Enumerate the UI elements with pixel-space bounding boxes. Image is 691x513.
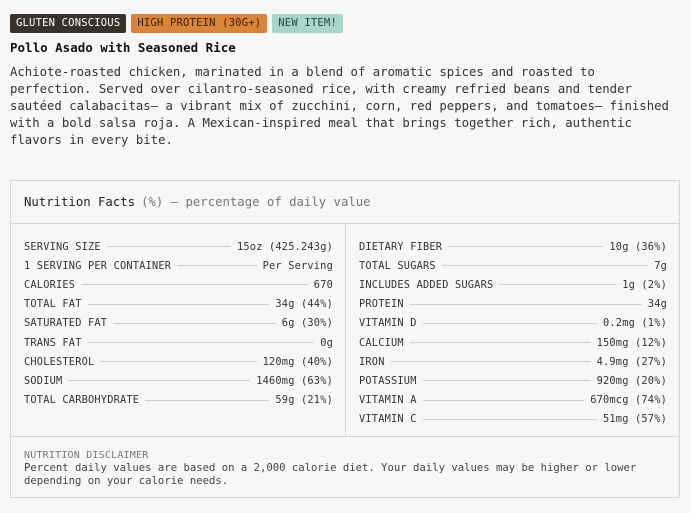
nutrient-label: VITAMIN A [359,394,417,407]
nutrition-subheading: (%) – percentage of daily value [141,195,371,209]
nutrition-disclaimer: NUTRITION DISCLAIMER Percent daily value… [11,436,679,497]
nutrition-row-sodium: SODIUM 1460mg (63%) [24,371,333,390]
leader-line [422,399,585,401]
nutrition-row-vitamin-a: VITAMIN A 670mcg (74%) [359,391,667,410]
leader-line [145,399,270,401]
disclaimer-text: Percent daily values are based on a 2,00… [24,462,637,487]
nutrient-value: 59g (21%) [275,394,333,407]
disclaimer-title: NUTRITION DISCLAIMER [24,450,149,461]
leader-line [68,380,251,382]
leader-line [499,284,617,286]
nutrition-row-protein: PROTEIN 34g [359,295,667,314]
leader-line [87,303,270,305]
nutrient-value: 4.9mg (27%) [596,355,667,368]
leader-line [422,380,591,382]
meal-description: Achiote-roasted chicken, marinated in a … [10,65,669,147]
nutrition-row-trans-fat: TRANS FAT 0g [24,333,333,352]
leader-line [87,342,315,344]
leader-line [100,361,257,363]
nutrition-row-iron: IRON 4.9mg (27%) [359,352,667,371]
nutrition-row-added-sugars: INCLUDES ADDED SUGARS 1g (2%) [359,275,667,294]
nutrition-columns: SERVING SIZE 15oz (425.243g) 1 SERVING PE… [11,224,679,436]
nutrient-label: SODIUM [24,374,63,387]
nutrition-row-total-sugars: TOTAL SUGARS 7g [359,256,667,275]
badge-list: GLUTEN CONSCIOUS HIGH PROTEIN (30G+) NEW… [10,14,343,33]
nutrition-header: Nutrition Facts (%) – percentage of dail… [11,181,679,224]
nutrient-value: 0.2mg (1%) [603,317,667,330]
nutrient-label: POTASSIUM [359,374,417,387]
nutrition-row-total-fat: TOTAL FAT 34g (44%) [24,295,333,314]
nutrient-label: 1 SERVING PER CONTAINER [24,259,172,272]
nutrient-value: 6g (30%) [281,317,333,330]
nutrition-heading: Nutrition Facts [24,195,136,209]
nutrient-label: CALCIUM [359,336,404,349]
nutrient-label: TRANS FAT [24,336,82,349]
leader-line [441,265,649,267]
nutrient-value: 120mg (40%) [262,355,333,368]
nutrient-label: INCLUDES ADDED SUGARS [359,278,494,291]
nutrient-value: 150mg (12%) [596,336,667,349]
new-item-badge: NEW ITEM! [272,14,343,33]
nutrient-value: 1460mg (63%) [256,374,333,387]
high-protein-badge: HIGH PROTEIN (30G+) [131,14,268,33]
leader-line [177,265,257,267]
nutrient-label: SATURATED FAT [24,317,108,330]
nutrient-label: IRON [359,355,385,368]
nutrition-row-total-carbohydrate: TOTAL CARBOHYDRATE 59g (21%) [24,391,333,410]
nutrition-row-calories: CALORIES 670 [24,275,333,294]
nutrient-value: 670mcg (74%) [590,394,667,407]
nutrient-label: DIETARY FIBER [359,240,443,253]
nutrient-label: PROTEIN [359,298,404,311]
nutrition-row-saturated-fat: SATURATED FAT 6g (30%) [24,314,333,333]
nutrient-value: 1g (2%) [622,278,667,291]
nutrient-value: Per Serving [262,259,333,272]
nutrient-label: VITAMIN C [359,413,417,426]
nutrient-value: 670 [313,278,333,291]
nutrition-panel: Nutrition Facts (%) – percentage of dail… [10,180,680,498]
leader-line [409,303,642,305]
nutrient-label: CHOLESTEROL [24,355,95,368]
gluten-conscious-badge: GLUTEN CONSCIOUS [10,14,127,33]
nutrition-row-serving-size: SERVING SIZE 15oz (425.243g) [24,237,333,256]
meal-title: Pollo Asado with Seasoned Rice [10,40,236,55]
nutrient-label: TOTAL FAT [24,298,82,311]
nutrient-value: 7g [654,259,667,272]
nutrition-row-servings-per-container: 1 SERVING PER CONTAINER Per Serving [24,256,333,275]
nutrition-row-potassium: POTASSIUM 920mg (20%) [359,371,667,390]
nutrient-value: 34g [647,298,667,311]
leader-line [106,246,231,248]
nutrient-label: TOTAL SUGARS [359,259,436,272]
nutrition-row-vitamin-d: VITAMIN D 0.2mg (1%) [359,314,667,333]
nutrition-row-dietary-fiber: DIETARY FIBER 10g (36%) [359,237,667,256]
nutrient-label: VITAMIN D [359,317,417,330]
leader-line [390,361,591,363]
leader-line [422,418,597,420]
nutrient-value: 34g (44%) [275,298,333,311]
nutrition-row-cholesterol: CHOLESTEROL 120mg (40%) [24,352,333,371]
leader-line [448,246,604,248]
nutrient-value: 51mg (57%) [603,413,667,426]
nutrient-label: CALORIES [24,278,76,291]
nutrient-value: 920mg (20%) [596,374,667,387]
leader-line [409,342,591,344]
nutrient-value: 10g (36%) [609,240,667,253]
leader-line [113,322,276,324]
nutrition-row-vitamin-c: VITAMIN C 51mg (57%) [359,410,667,429]
nutrition-column-left: SERVING SIZE 15oz (425.243g) 1 SERVING PE… [11,224,346,436]
nutrient-value: 0g [320,336,333,349]
leader-line [81,284,308,286]
nutrition-column-right: DIETARY FIBER 10g (36%) TOTAL SUGARS 7g IN… [346,224,679,436]
nutrition-row-calcium: CALCIUM 150mg (12%) [359,333,667,352]
nutrient-value: 15oz (425.243g) [237,240,333,253]
nutrient-label: TOTAL CARBOHYDRATE [24,394,140,407]
leader-line [422,322,597,324]
nutrient-label: SERVING SIZE [24,240,101,253]
